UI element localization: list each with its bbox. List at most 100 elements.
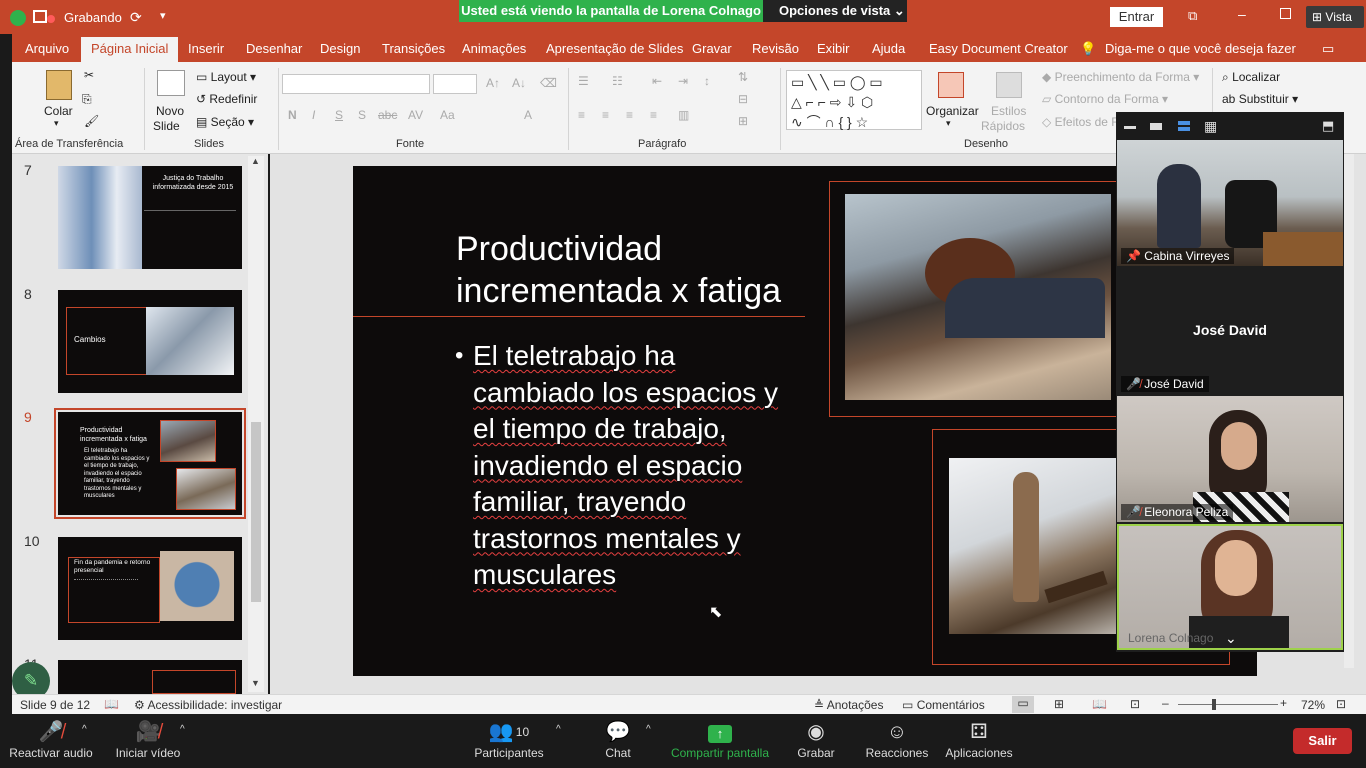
- tab-desenhar[interactable]: Desenhar: [246, 41, 302, 56]
- fit-slide-icon[interactable]: ⊡: [1336, 697, 1346, 711]
- font-color-icon[interactable]: A: [524, 108, 532, 122]
- align-right-icon[interactable]: ≡: [626, 108, 633, 122]
- maximize-icon[interactable]: [1280, 8, 1291, 19]
- comments-icon[interactable]: ▭: [1322, 41, 1334, 57]
- underline-icon[interactable]: S: [335, 108, 343, 122]
- zoom-level[interactable]: 72%: [1301, 698, 1325, 712]
- record-button[interactable]: ◉ Grabar: [794, 714, 838, 768]
- zoom-slider[interactable]: [1178, 699, 1278, 710]
- participant-tile-active-speaker[interactable]: Lorena Colnago ⌄: [1117, 524, 1343, 650]
- tab-design[interactable]: Design: [320, 41, 360, 56]
- tab-inserir[interactable]: Inserir: [188, 41, 224, 56]
- slide-body-text[interactable]: El teletrabajo ha cambiado los espacios …: [473, 338, 803, 594]
- shape-fill-button[interactable]: ◆ Preenchimento da Forma ▾: [1042, 70, 1199, 84]
- participant-tile[interactable]: José David 🎤̸ José David: [1117, 268, 1343, 394]
- justice-gavel-image[interactable]: [949, 458, 1117, 634]
- slide-thumbnail[interactable]: Justiça do Trabalho informatizada desde …: [58, 166, 242, 269]
- scrollbar-thumb[interactable]: [251, 422, 261, 602]
- decrease-indent-icon[interactable]: ⇤: [652, 74, 662, 88]
- customize-icon[interactable]: ⟳: [130, 9, 142, 26]
- restore-icon[interactable]: ⧉: [1188, 8, 1197, 24]
- quick-styles-label-1[interactable]: Estilos: [991, 104, 1026, 118]
- align-text-icon[interactable]: ⊟: [738, 92, 748, 106]
- comments-button[interactable]: ▭ Comentários: [902, 698, 985, 712]
- layout-button[interactable]: ▭ Layout ▾: [196, 70, 256, 84]
- reactions-button[interactable]: ☺ Reacciones: [864, 714, 930, 768]
- notes-button[interactable]: ≜ Anotações: [814, 698, 883, 712]
- case-icon[interactable]: Aa: [440, 108, 455, 122]
- sign-in-button[interactable]: Entrar: [1110, 7, 1163, 27]
- justify-icon[interactable]: ≡: [650, 108, 657, 122]
- leave-meeting-button[interactable]: Salir: [1293, 728, 1352, 754]
- editor-right-scrollbar[interactable]: [1344, 154, 1354, 668]
- strikethrough-icon[interactable]: abc: [378, 108, 397, 122]
- apps-button[interactable]: ⚃ Aplicaciones: [942, 714, 1016, 768]
- speaker-view-icon[interactable]: [1178, 121, 1190, 131]
- tab-revisao[interactable]: Revisão: [752, 41, 799, 56]
- new-slide-label-1[interactable]: Novo: [156, 104, 184, 118]
- shadow-icon[interactable]: S: [358, 108, 366, 122]
- zoom-slider-thumb[interactable]: [1212, 699, 1216, 710]
- reset-button[interactable]: ↺ Redefinir: [196, 92, 257, 106]
- text-direction-icon[interactable]: ⇅: [738, 70, 748, 84]
- paste-icon[interactable]: [46, 70, 72, 100]
- tab-apresentacao[interactable]: Apresentação de Slides: [546, 41, 683, 56]
- cut-icon[interactable]: ✂: [84, 68, 94, 82]
- chevron-down-icon[interactable]: ⌄: [1225, 630, 1237, 647]
- zoom-in-icon[interactable]: +: [1280, 696, 1287, 710]
- arrange-chevron-icon[interactable]: ▾: [946, 118, 951, 129]
- bullets-icon[interactable]: ☰: [578, 74, 589, 88]
- participants-button[interactable]: 👥 10 Participantes: [470, 714, 548, 768]
- italic-icon[interactable]: I: [312, 108, 315, 122]
- tell-me-search[interactable]: Diga-me o que você deseja fazer: [1105, 41, 1296, 56]
- tab-easy-document-creator[interactable]: Easy Document Creator: [929, 41, 1068, 56]
- align-left-icon[interactable]: ≡: [578, 108, 585, 122]
- shrink-font-icon[interactable]: A↓: [512, 76, 526, 90]
- tab-animacoes[interactable]: Animações: [462, 41, 526, 56]
- tab-exibir[interactable]: Exibir: [817, 41, 850, 56]
- quick-access-chevron-icon[interactable]: ▾: [160, 9, 166, 22]
- unmute-audio-button[interactable]: 🎤̸ Reactivar audio: [8, 714, 94, 768]
- smartart-icon[interactable]: ⊞: [738, 114, 748, 128]
- shapes-gallery[interactable]: ▭ ╲ ╲ ▭ ◯ ▭ △ ⌐ ⌐ ⇨ ⇩ ⬡ ∿ ⌒ ∩ { } ☆: [786, 70, 922, 130]
- tab-transicoes[interactable]: Transições: [382, 41, 445, 56]
- grow-font-icon[interactable]: A↑: [486, 76, 500, 90]
- slide-thumbnail-selected[interactable]: Productividad incrementada x fatiga El t…: [54, 408, 246, 519]
- section-button[interactable]: ▤ Seção ▾: [196, 115, 254, 129]
- scroll-up-icon[interactable]: ▲: [251, 156, 260, 166]
- paste-button[interactable]: Colar: [44, 104, 73, 118]
- shape-effects-button[interactable]: ◇ Efeitos de F: [1042, 115, 1119, 129]
- tab-pagina-inicial[interactable]: Página Inicial: [81, 37, 179, 62]
- start-video-button[interactable]: 🎥̸ Iniciar vídeo: [112, 714, 184, 768]
- participant-tile[interactable]: 🎤̸ Eleonora Peliza: [1117, 396, 1343, 522]
- find-button[interactable]: ⌕ Localizar: [1222, 70, 1280, 85]
- align-center-icon[interactable]: ≡: [602, 108, 609, 122]
- zoom-out-icon[interactable]: –: [1162, 696, 1169, 710]
- slide-thumbnail[interactable]: Cambios: [58, 290, 242, 393]
- thumbnail-scrollbar[interactable]: ▲ ▼: [248, 156, 264, 692]
- audio-options-chevron-icon[interactable]: ^: [82, 724, 87, 735]
- bold-icon[interactable]: N: [288, 108, 297, 122]
- font-size-select[interactable]: [433, 74, 477, 94]
- zoom-view-button[interactable]: ⊞ Vista: [1306, 6, 1364, 28]
- arrange-button[interactable]: Organizar: [926, 104, 979, 118]
- columns-icon[interactable]: ▥: [678, 108, 689, 122]
- new-slide-label-2[interactable]: Slide: [153, 119, 180, 133]
- video-options-chevron-icon[interactable]: ^: [180, 724, 185, 735]
- tab-ajuda[interactable]: Ajuda: [872, 41, 905, 56]
- line-spacing-icon[interactable]: ↕: [704, 74, 710, 88]
- tab-arquivo[interactable]: Arquivo: [25, 41, 69, 56]
- view-options-button[interactable]: Opciones de vista ⌄: [763, 0, 907, 22]
- chat-chevron-icon[interactable]: ^: [646, 724, 651, 735]
- arrange-icon[interactable]: [938, 72, 964, 98]
- slide-sorter-icon[interactable]: ⊞: [1054, 697, 1064, 711]
- normal-view-icon[interactable]: ▭: [1012, 696, 1034, 713]
- gallery-view-icon[interactable]: ▦: [1204, 118, 1217, 135]
- slideshow-icon[interactable]: ⊡: [1130, 697, 1140, 711]
- participants-chevron-icon[interactable]: ^: [556, 724, 561, 735]
- copy-icon[interactable]: ⎘: [82, 92, 92, 107]
- new-slide-icon[interactable]: [157, 70, 185, 96]
- tab-gravar[interactable]: Gravar: [692, 41, 732, 56]
- quick-styles-label-2[interactable]: Rápidos: [981, 119, 1025, 133]
- paste-chevron-icon[interactable]: ▾: [54, 118, 59, 129]
